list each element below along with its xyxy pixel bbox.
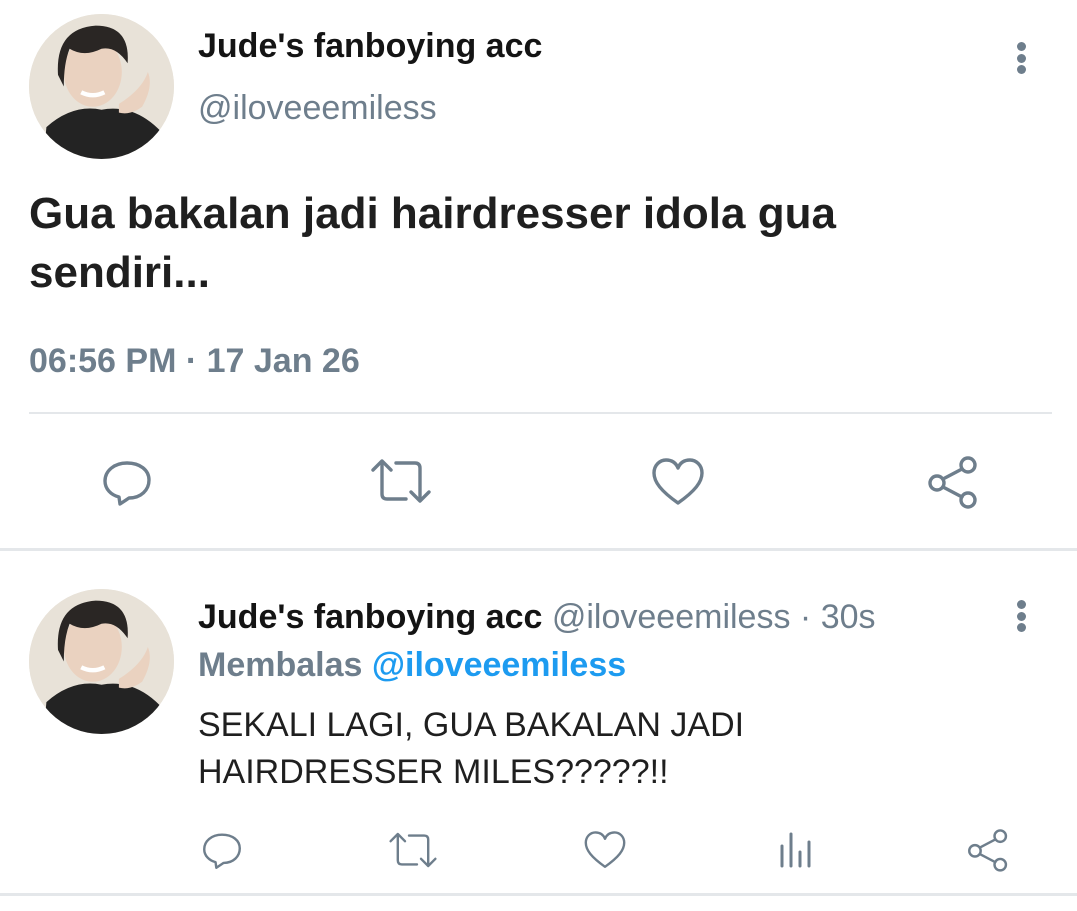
- reply-icon[interactable]: [101, 456, 153, 508]
- reply-header: Jude's fanboying acc @iloveeemiless · 30…: [198, 597, 876, 637]
- time-ago: 30s: [820, 598, 876, 636]
- display-name[interactable]: Jude's fanboying acc: [198, 26, 542, 66]
- like-icon[interactable]: [651, 457, 705, 507]
- retweet-icon[interactable]: [370, 456, 432, 506]
- reply-text-line-2: HAIRDRESSER MILES?????!!: [198, 753, 669, 791]
- avatar[interactable]: [29, 14, 174, 159]
- views-icon[interactable]: [779, 830, 813, 868]
- reply-avatar[interactable]: [29, 589, 174, 734]
- avatar-image: [29, 14, 174, 159]
- avatar-image: [29, 589, 174, 734]
- replying-label: Membalas: [198, 646, 363, 684]
- like-icon[interactable]: [583, 830, 627, 870]
- divider: [29, 412, 1052, 414]
- username-handle[interactable]: @iloveeemiless: [198, 88, 437, 128]
- replying-handle-link[interactable]: @iloveeemiless: [372, 646, 626, 684]
- username-handle[interactable]: @iloveeemiless: [552, 598, 791, 636]
- tweet-timestamp: 06:56 PM · 17 Jan 26: [29, 342, 360, 380]
- replying-to: Membalas @iloveeemiless: [198, 645, 626, 685]
- separator: ·: [799, 598, 812, 636]
- retweet-icon[interactable]: [388, 830, 438, 870]
- display-name[interactable]: Jude's fanboying acc: [198, 598, 542, 636]
- tweet-text-line-1: Gua bakalan jadi hairdresser idola gua: [29, 189, 836, 238]
- reply-text-line-1: SEKALI LAGI, GUA BAKALAN JADI: [198, 706, 745, 744]
- reply-icon[interactable]: [201, 829, 243, 871]
- divider: [0, 548, 1077, 551]
- more-options-icon[interactable]: [1016, 42, 1026, 74]
- divider: [0, 893, 1077, 896]
- more-options-icon[interactable]: [1016, 600, 1026, 632]
- share-icon[interactable]: [966, 828, 1010, 872]
- share-icon[interactable]: [926, 455, 980, 509]
- tweet-text-line-2: sendiri...: [29, 248, 210, 297]
